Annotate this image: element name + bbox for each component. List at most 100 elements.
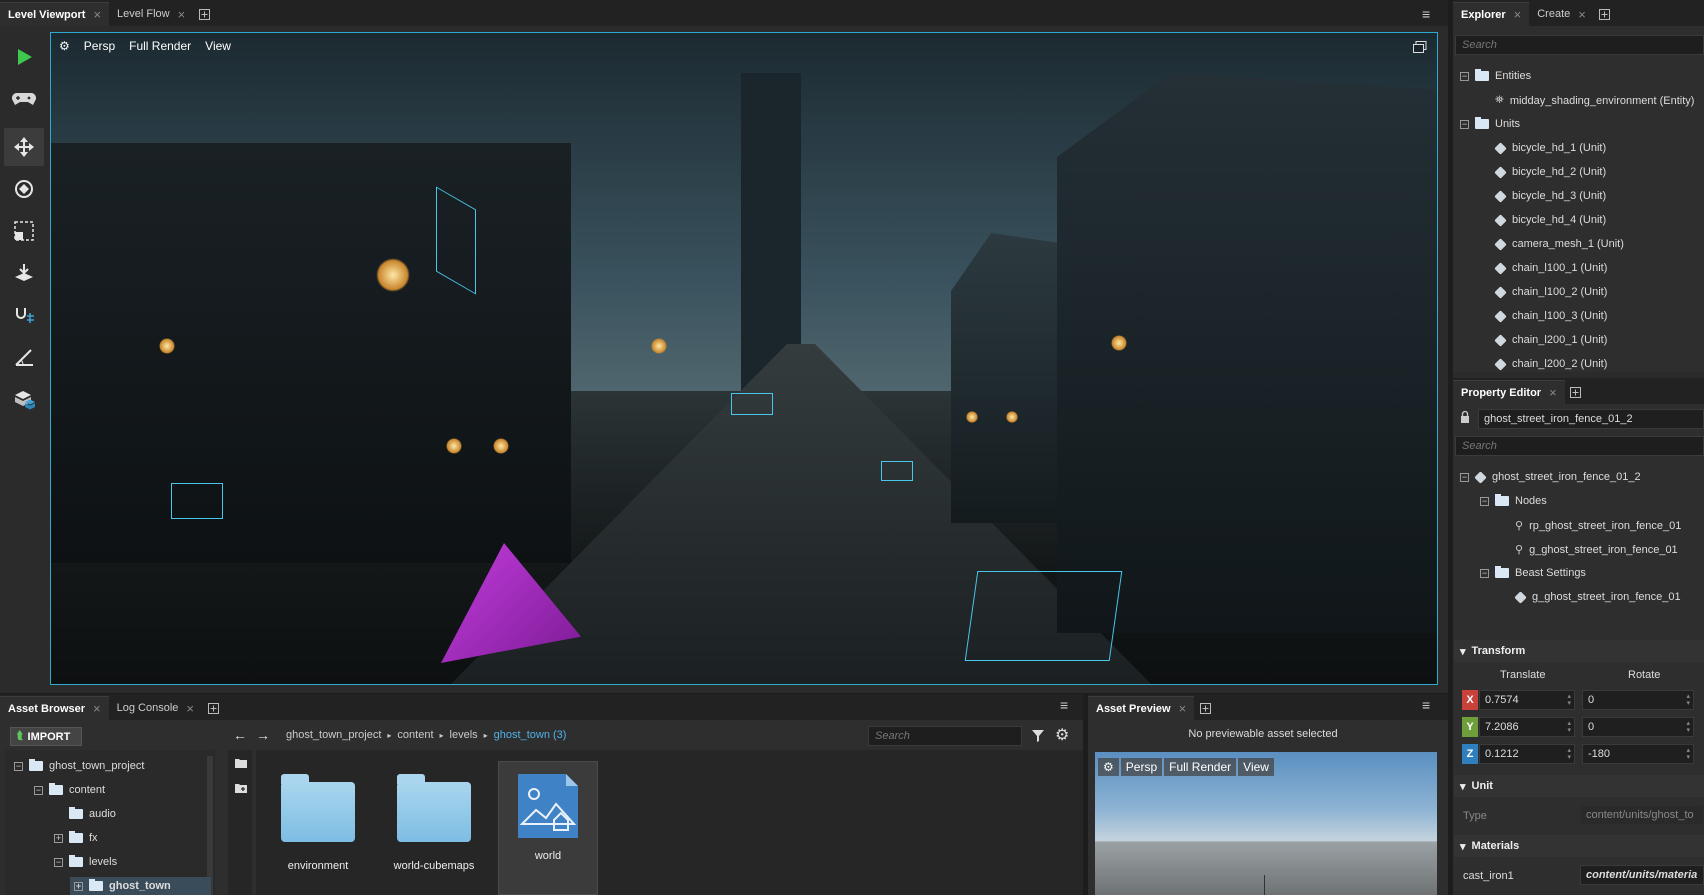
lock-icon[interactable] [1460,410,1470,426]
tree-scrollbar[interactable] [207,756,213,895]
back-arrow-icon[interactable]: ← [233,727,247,743]
place-unit-icon[interactable] [4,380,44,418]
folder-view-icon[interactable] [235,758,247,771]
close-icon[interactable]: × [1578,7,1586,22]
property-search-input[interactable]: Search [1455,436,1704,456]
spinner-icon[interactable]: ▴ ▾ [1567,693,1571,707]
settings-gear-icon[interactable]: ⚙ [1098,758,1119,776]
tab-explorer[interactable]: Explorer × [1453,2,1530,26]
explorer-item[interactable]: chain_l200_2 (Unit) [1480,357,1607,371]
measure-angle-icon[interactable] [4,338,44,376]
play-button[interactable] [4,38,44,76]
spinner-icon[interactable]: ▴ ▾ [1686,747,1690,761]
breadcrumb-item[interactable]: levels [450,729,478,741]
preview-render-button[interactable]: Full Render [1164,758,1237,776]
add-tab-icon[interactable] [202,696,224,720]
transform-section-header[interactable]: ▾ Transform [1454,640,1704,662]
collapse-icon[interactable]: − [34,785,43,795]
forward-arrow-icon[interactable]: → [256,727,270,743]
breadcrumb-item[interactable]: ghost_town_project [286,729,381,741]
hamburger-menu-icon[interactable]: ≡ [1422,697,1430,713]
object-name-field[interactable]: ghost_street_iron_fence_01_2 [1478,409,1704,429]
view-menu-button[interactable]: View [205,39,231,53]
translate-y-field[interactable]: 7.2086 ▴ ▾ [1479,717,1575,737]
tab-asset-browser[interactable]: Asset Browser × [0,696,109,720]
add-tab-icon[interactable] [1565,380,1587,404]
explorer-item[interactable]: camera_mesh_1 (Unit) [1480,237,1624,251]
move-tool-icon[interactable] [4,128,44,166]
close-icon[interactable]: × [178,7,186,22]
property-tree-item[interactable]: ⚲ g_ghost_street_iron_fence_01 [1500,543,1678,557]
explorer-search-input[interactable]: Search [1455,35,1704,55]
collapse-icon[interactable]: − [1460,71,1469,81]
asset-thumb-world-cubemaps[interactable]: world-cubemaps [386,774,482,872]
rotate-z-field[interactable]: -180 ▴ ▾ [1582,744,1694,764]
asset-thumb-environment[interactable]: environment [270,774,366,872]
property-tree-item[interactable]: g_ghost_street_iron_fence_01 [1500,590,1681,604]
preview-view-button[interactable]: View [1238,758,1274,776]
asset-tree-item[interactable]: + ghost_town [70,877,211,895]
translate-z-field[interactable]: 0.1212 ▴ ▾ [1479,744,1575,764]
render-mode-button[interactable]: Full Render [129,39,191,53]
explorer-item[interactable]: ⛯ midday_shading_environment (Entity) [1480,94,1694,107]
settings-gear-icon[interactable]: ⚙ [1055,725,1069,745]
explorer-item[interactable]: bicycle_hd_3 (Unit) [1480,189,1606,203]
collapse-icon[interactable]: − [1480,568,1489,578]
import-button[interactable]: ⮬ IMPORT [10,727,82,746]
breadcrumb-current[interactable]: ghost_town (3) [494,729,567,741]
close-icon[interactable]: × [1514,7,1522,22]
tab-level-viewport[interactable]: Level Viewport × [0,2,110,26]
maximize-icon[interactable] [1413,41,1427,56]
snap-grid-icon[interactable] [4,296,44,334]
preview-camera-button[interactable]: Persp [1120,758,1163,776]
collapse-icon[interactable]: − [1460,119,1469,129]
close-icon[interactable]: × [93,701,101,716]
rotate-tool-icon[interactable] [4,170,44,208]
asset-tree-item[interactable]: − content [34,783,105,796]
level-viewport[interactable]: ⚙ Persp Full Render View [50,32,1438,685]
explorer-item[interactable]: bicycle_hd_4 (Unit) [1480,213,1606,227]
add-tab-icon[interactable] [1594,2,1616,26]
asset-tree-item[interactable]: audio [54,807,116,820]
tab-level-flow[interactable]: Level Flow × [109,2,193,26]
explorer-item[interactable]: − Entities [1460,69,1531,82]
property-tree-item[interactable]: − Nodes [1480,494,1547,507]
materials-section-header[interactable]: ▾ Materials [1454,835,1704,857]
close-icon[interactable]: × [1549,385,1557,400]
expand-icon[interactable]: + [74,881,83,891]
expand-icon[interactable]: + [54,833,63,843]
explorer-item[interactable]: bicycle_hd_1 (Unit) [1480,141,1606,155]
asset-thumb-world[interactable]: world [498,761,598,895]
asset-tree-item[interactable]: − ghost_town_project [14,759,144,772]
collapse-icon[interactable]: − [1480,496,1489,506]
explorer-item[interactable]: − Units [1460,117,1520,130]
explorer-item[interactable]: chain_l100_3 (Unit) [1480,309,1607,323]
spinner-icon[interactable]: ▴ ▾ [1567,720,1571,734]
property-tree-item[interactable]: ⚲ rp_ghost_street_iron_fence_01 [1500,519,1681,533]
unit-section-header[interactable]: ▾ Unit [1454,775,1704,797]
asset-tree-item[interactable]: + fx [54,831,98,844]
rotate-x-field[interactable]: 0 ▴ ▾ [1582,690,1694,710]
explorer-item[interactable]: chain_l200_1 (Unit) [1480,333,1607,347]
translate-x-field[interactable]: 0.7574 ▴ ▾ [1479,690,1575,710]
material-path-field[interactable]: content/units/materia [1580,865,1704,885]
settings-gear-icon[interactable]: ⚙ [59,39,70,53]
explorer-item[interactable]: chain_l100_2 (Unit) [1480,285,1607,299]
add-folder-icon[interactable] [235,782,247,797]
spinner-icon[interactable]: ▴ ▾ [1567,747,1571,761]
spinner-icon[interactable]: ▴ ▾ [1686,720,1690,734]
filter-icon[interactable] [1031,729,1045,746]
asset-tree-item[interactable]: − levels [54,855,117,868]
property-tree-item[interactable]: − ghost_street_iron_fence_01_2 [1460,470,1641,484]
gamepad-icon[interactable] [4,80,44,118]
unit-type-field[interactable]: content/units/ghost_to [1580,805,1704,825]
close-icon[interactable]: × [93,7,101,22]
tab-property-editor[interactable]: Property Editor × [1453,380,1565,404]
tab-log-console[interactable]: Log Console × [109,696,202,720]
breadcrumb-item[interactable]: content [397,729,433,741]
rotate-y-field[interactable]: 0 ▴ ▾ [1582,717,1694,737]
tab-create[interactable]: Create × [1529,2,1594,26]
close-icon[interactable]: × [1179,701,1187,716]
camera-mode-button[interactable]: Persp [84,39,115,53]
close-icon[interactable]: × [186,701,194,716]
